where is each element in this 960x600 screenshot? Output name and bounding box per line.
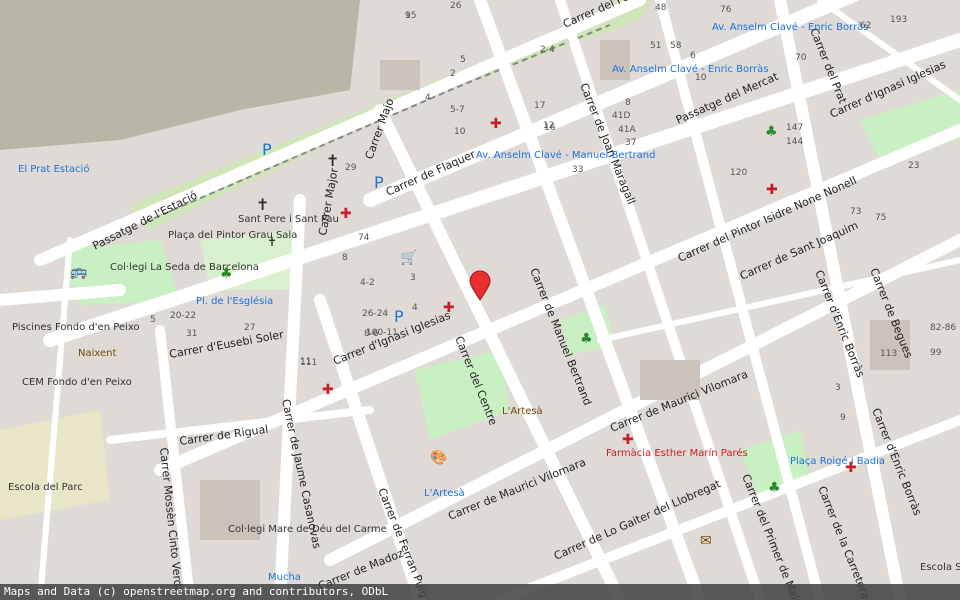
- poi-av-anselm-2: Av. Anselm Clavé - Enric Borràs: [612, 63, 769, 75]
- house-number: 74: [358, 233, 370, 243]
- house-number: 26-24: [362, 309, 388, 319]
- house-number: 5-7: [450, 105, 465, 115]
- house-number: 41A: [618, 125, 636, 135]
- church-icon: ✝: [326, 151, 339, 170]
- house-number: 113: [880, 349, 897, 359]
- pharmacy-icon-2: ✚: [443, 300, 455, 316]
- poi-prat-estacio: El Prat Estació: [18, 163, 89, 175]
- house-number: 48: [655, 3, 667, 13]
- poi-naixent: Naixent: [78, 348, 116, 359]
- house-number: 111: [300, 358, 317, 368]
- poi-av-anselm-1: Av. Anselm Clavé - Manuel Bertrand: [476, 149, 655, 161]
- house-number: 4-2: [360, 278, 375, 288]
- pharmacy-icon: ✚: [340, 206, 352, 222]
- poi-collegi-seda: Col·legi La Seda de Barcelona: [110, 262, 259, 273]
- house-number: 27: [244, 323, 255, 333]
- church-icon-3: ✝: [267, 235, 277, 249]
- pharmacy-icon-7: ✚: [845, 460, 857, 476]
- parking-icon-3: P: [394, 307, 404, 326]
- house-number: 10: [695, 73, 707, 83]
- parking-icon: P: [262, 140, 272, 159]
- poi-escola-sant: Escola Sant Joan: [920, 562, 960, 573]
- house-number: 193: [890, 15, 907, 25]
- post-icon: ✉: [700, 533, 712, 549]
- house-number: 3: [410, 273, 416, 283]
- church-icon-2: ✝: [256, 195, 269, 214]
- house-number: 2: [450, 69, 456, 79]
- poi-lartesa-bike: L'Artesà: [424, 487, 465, 499]
- poi-sant-pere: Sant Pere i Sant Pau: [238, 214, 339, 225]
- house-number: 2-4: [540, 45, 555, 55]
- poi-placa-roige: Plaça Roigé i Badia: [790, 455, 885, 467]
- pharmacy-icon-6: ✚: [622, 432, 634, 448]
- house-number: 147: [786, 123, 803, 133]
- poi-pl-esglesia: Pl. de l'Església: [196, 295, 273, 307]
- pharmacy-icon-4: ✚: [766, 182, 778, 198]
- poi-mucha: Mucha: [268, 572, 301, 583]
- shop-icon: 🛒: [400, 249, 417, 266]
- house-number: 76: [720, 5, 732, 15]
- house-number: 8: [342, 253, 348, 263]
- house-number: 82-86: [930, 323, 956, 333]
- house-number: 6: [690, 51, 696, 61]
- poi-escola-parc: Escola del Parc: [8, 482, 83, 493]
- house-number: 9: [840, 413, 846, 423]
- house-number: 144: [786, 137, 803, 147]
- pharmacy-icon-3: ✚: [490, 116, 502, 132]
- house-number: 4: [425, 93, 431, 103]
- house-number: 29: [345, 163, 357, 173]
- house-number: 70: [795, 53, 807, 63]
- playground-icon-3: ♣: [765, 124, 778, 140]
- house-number: 33: [572, 165, 583, 175]
- house-number: 17: [534, 101, 545, 111]
- house-number: 99: [930, 348, 942, 358]
- house-number: 41D: [612, 111, 630, 121]
- theatre-icon: 🎨: [430, 448, 447, 466]
- parking-icon-2: P: [374, 173, 384, 192]
- poi-lartesa: L'Artesà: [502, 405, 543, 417]
- poi-collegi-mare: Col·legi Mare de Déu del Carme: [228, 523, 387, 535]
- house-number: 9: [405, 11, 411, 21]
- poi-farmacia: Farmàcia Esther Marín Parés: [606, 447, 748, 459]
- poi-av-anselm-3: Av. Anselm Clavé - Enric Borràs: [712, 21, 869, 33]
- house-number: 58: [670, 41, 682, 51]
- house-number: 5: [460, 55, 466, 65]
- house-number: 37: [625, 138, 636, 148]
- playground-icon-2: ♣: [220, 266, 233, 282]
- house-number: 26: [450, 1, 462, 11]
- house-number: 8: [625, 98, 631, 108]
- poi-piscines: Piscines Fondo d'en Peixo: [12, 322, 140, 333]
- playground-icon: ♣: [580, 331, 593, 347]
- house-number: 75: [875, 213, 886, 223]
- pharmacy-icon-5: ✚: [322, 382, 334, 398]
- house-number: 10: [454, 127, 466, 137]
- map-canvas[interactable]: Passatge de l'Estació Carrer de Flaquer …: [0, 0, 960, 600]
- house-number: 31: [186, 329, 197, 339]
- poi-placa-pintor: Plaça del Pintor Grau Sala: [168, 230, 297, 241]
- house-number: 100-11: [366, 328, 398, 338]
- house-number: 51: [650, 41, 661, 51]
- house-number: 23: [908, 161, 919, 171]
- house-number: 20-22: [170, 311, 196, 321]
- house-number: 62: [860, 21, 871, 31]
- house-number: 3: [835, 383, 841, 393]
- attribution: Maps and Data (c) openstreetmap.org and …: [0, 584, 960, 600]
- house-number: 16: [544, 123, 556, 133]
- house-number: 120: [730, 168, 747, 178]
- house-number: 4: [412, 303, 418, 313]
- bus-icon: 🚌: [70, 264, 88, 280]
- playground-icon-4: ♣: [768, 480, 781, 496]
- house-number: 73: [850, 207, 861, 217]
- house-number: 5: [150, 315, 156, 325]
- poi-cem-fondo: CEM Fondo d'en Peixo: [22, 377, 132, 388]
